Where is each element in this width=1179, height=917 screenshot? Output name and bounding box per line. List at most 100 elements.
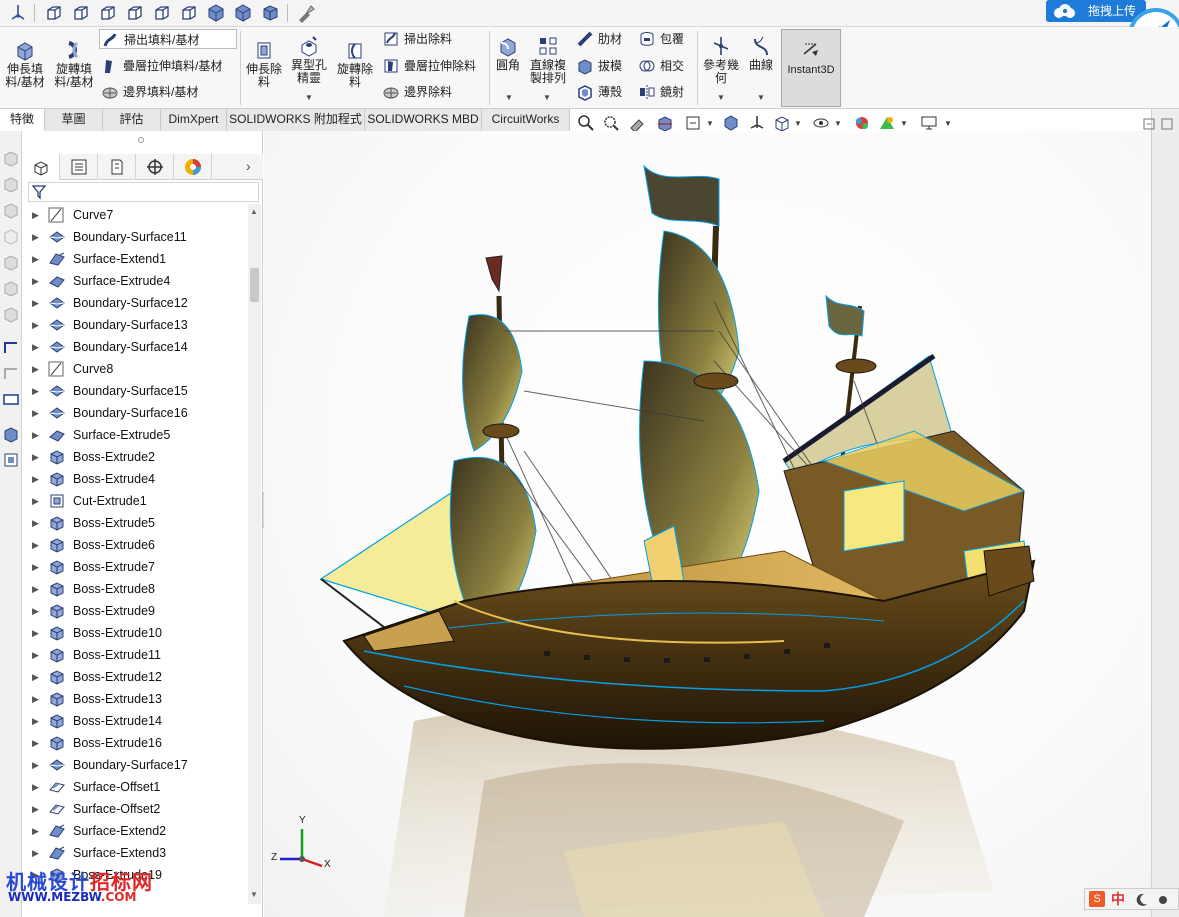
hole-wizard-dropdown[interactable]: ▼ — [305, 93, 313, 102]
feature-tree-item[interactable]: ▶ Boss-Extrude9 — [22, 600, 248, 622]
zoom-to-fit-icon[interactable] — [577, 114, 595, 132]
strip-feature-icon-3[interactable] — [2, 201, 20, 219]
strip-assembly-icon[interactable] — [2, 451, 20, 469]
expand-arrow-icon[interactable]: ▶ — [32, 842, 39, 864]
expand-arrow-icon[interactable]: ▶ — [32, 490, 39, 512]
panel-collapse-dot[interactable] — [138, 137, 144, 143]
expand-arrow-icon[interactable]: ▶ — [32, 688, 39, 710]
feature-tree-item[interactable]: ▶ Surface-Offset1 — [22, 776, 248, 798]
feature-tree-item[interactable]: ▶ Boss-Extrude2 — [22, 446, 248, 468]
tab-addins[interactable]: SOLIDWORKS 附加程式 — [227, 109, 365, 131]
restore-icon[interactable] — [1142, 117, 1156, 131]
feature-tree-item[interactable]: ▶ Boss-Extrude12 — [22, 666, 248, 688]
shell-button[interactable]: 薄殼 — [574, 82, 622, 102]
feature-tree-item[interactable]: ▶ Curve8 — [22, 358, 248, 380]
expand-arrow-icon[interactable]: ▶ — [32, 820, 39, 842]
expand-arrow-icon[interactable]: ▶ — [32, 314, 39, 336]
tab-feature-tree[interactable] — [22, 154, 60, 180]
feature-tree-item[interactable]: ▶ Boss-Extrude11 — [22, 644, 248, 666]
linear-pattern-button[interactable]: 直線複 製排列 — [528, 35, 568, 85]
ime-status-bar[interactable]: S 中 — [1084, 888, 1179, 910]
view-front-icon[interactable] — [44, 3, 64, 23]
tab-sketch[interactable]: 草圖 — [45, 109, 103, 131]
expand-arrow-icon[interactable]: ▶ — [32, 226, 39, 248]
expand-arrow-icon[interactable]: ▶ — [32, 798, 39, 820]
draft-button[interactable]: 拔模 — [574, 56, 622, 76]
hole-wizard-button[interactable]: 異型孔 精靈 — [288, 35, 330, 85]
tab-dimxpert[interactable]: DimXpert — [161, 109, 227, 131]
expand-arrow-icon[interactable]: ▶ — [32, 622, 39, 644]
strip-feature-icon-6[interactable] — [2, 279, 20, 297]
feature-tree-item[interactable]: ▶ Boundary-Surface14 — [22, 336, 248, 358]
annotation-dropdown[interactable]: ▼ — [706, 119, 714, 128]
pane-expand-icon[interactable] — [1160, 117, 1174, 131]
reference-geometry-dropdown[interactable]: ▼ — [717, 93, 725, 102]
scroll-down-arrow[interactable]: ▼ — [250, 890, 258, 899]
feature-tree-item[interactable]: ▶ Boss-Extrude7 — [22, 556, 248, 578]
scene-dropdown[interactable]: ▼ — [900, 119, 908, 128]
tab-mbd[interactable]: SOLIDWORKS MBD — [365, 109, 482, 131]
feature-tree-item[interactable]: ▶ Surface-Extend2 — [22, 820, 248, 842]
reference-geometry-button[interactable]: 參考幾 何 — [700, 35, 742, 85]
mirror-button[interactable]: 鏡射 — [636, 82, 684, 102]
boundary-boss-button[interactable]: 邊界填料/基材 — [99, 82, 198, 102]
feature-tree-item[interactable]: ▶ Boss-Extrude13 — [22, 688, 248, 710]
tab-property-manager[interactable] — [60, 154, 98, 180]
expand-arrow-icon[interactable]: ▶ — [32, 336, 39, 358]
view-monitor-icon[interactable] — [920, 114, 938, 132]
expand-arrow-icon[interactable]: ▶ — [32, 666, 39, 688]
extrude-boss-button[interactable]: 伸長填 料/基材 — [4, 39, 46, 89]
view-isometric-icon[interactable] — [206, 3, 226, 23]
expand-arrow-icon[interactable]: ▶ — [32, 512, 39, 534]
panel-tabs-next-arrow[interactable]: › — [246, 158, 251, 174]
expand-arrow-icon[interactable]: ▶ — [32, 556, 39, 578]
lofted-boss-button[interactable]: 疊層拉伸填料/基材 — [99, 56, 222, 76]
expand-arrow-icon[interactable]: ▶ — [32, 754, 39, 776]
galleon-model[interactable] — [264, 131, 1151, 917]
curves-button[interactable]: 曲線 — [746, 35, 776, 72]
strip-sketch-icon-2[interactable] — [2, 365, 20, 383]
expand-arrow-icon[interactable]: ▶ — [32, 600, 39, 622]
strip-display-icon[interactable] — [2, 391, 20, 409]
expand-arrow-icon[interactable]: ▶ — [32, 358, 39, 380]
expand-arrow-icon[interactable]: ▶ — [32, 446, 39, 468]
scroll-up-arrow[interactable]: ▲ — [250, 207, 258, 216]
feature-tree-item[interactable]: ▶ Surface-Extrude4 — [22, 270, 248, 292]
feature-tree-item[interactable]: ▶ Surface-Extrude5 — [22, 424, 248, 446]
lofted-cut-button[interactable]: 疊層拉伸除料 — [380, 56, 476, 76]
feature-tree-item[interactable]: ▶ Cut-Extrude1 — [22, 490, 248, 512]
expand-arrow-icon[interactable]: ▶ — [32, 292, 39, 314]
linear-pattern-dropdown[interactable]: ▼ — [543, 93, 551, 102]
feature-tree-item[interactable]: ▶ Boss-Extrude4 — [22, 468, 248, 490]
strip-sketch-icon[interactable] — [2, 339, 20, 357]
display-style-dropdown[interactable]: ▼ — [794, 119, 802, 128]
swept-cut-button[interactable]: 掃出除料 — [380, 29, 452, 49]
apply-scene-icon[interactable] — [878, 114, 896, 132]
monitor-dropdown[interactable]: ▼ — [944, 119, 952, 128]
flashlight-icon[interactable] — [296, 3, 316, 23]
expand-arrow-icon[interactable]: ▶ — [32, 468, 39, 490]
edit-appearance-icon[interactable] — [853, 114, 871, 132]
feature-tree-item[interactable]: ▶ Boss-Extrude14 — [22, 710, 248, 732]
zoom-to-area-icon[interactable] — [602, 114, 620, 132]
ime-moon-icon[interactable] — [1133, 892, 1149, 908]
view-dimetric-icon[interactable] — [260, 3, 280, 23]
strip-feature-icon-5[interactable] — [2, 253, 20, 271]
feature-tree-item[interactable]: ▶ Curve7 — [22, 204, 248, 226]
boundary-cut-button[interactable]: 邊界除料 — [380, 82, 452, 102]
feature-tree-item[interactable]: ▶ Surface-Offset2 — [22, 798, 248, 820]
extrude-cut-button[interactable]: 伸長除 料 — [244, 39, 284, 89]
previous-view-icon[interactable] — [628, 114, 646, 132]
feature-tree-item[interactable]: ▶ Boss-Extrude10 — [22, 622, 248, 644]
intersect-button[interactable]: 相交 — [636, 56, 684, 76]
tab-circuitworks[interactable]: CircuitWorks — [482, 109, 570, 131]
feature-tree-item[interactable]: ▶ Surface-Extend1 — [22, 248, 248, 270]
scroll-thumb[interactable] — [250, 268, 259, 302]
wrap-button[interactable]: 包覆 — [636, 29, 684, 49]
feature-tree-item[interactable]: ▶ Boundary-Surface16 — [22, 402, 248, 424]
expand-arrow-icon[interactable]: ▶ — [32, 204, 39, 226]
fillet-dropdown[interactable]: ▼ — [505, 93, 513, 102]
hide-show-dropdown[interactable]: ▼ — [834, 119, 842, 128]
ime-settings-icon[interactable] — [1155, 892, 1171, 908]
swept-boss-button[interactable]: 掃出填料/基材 — [99, 29, 237, 49]
